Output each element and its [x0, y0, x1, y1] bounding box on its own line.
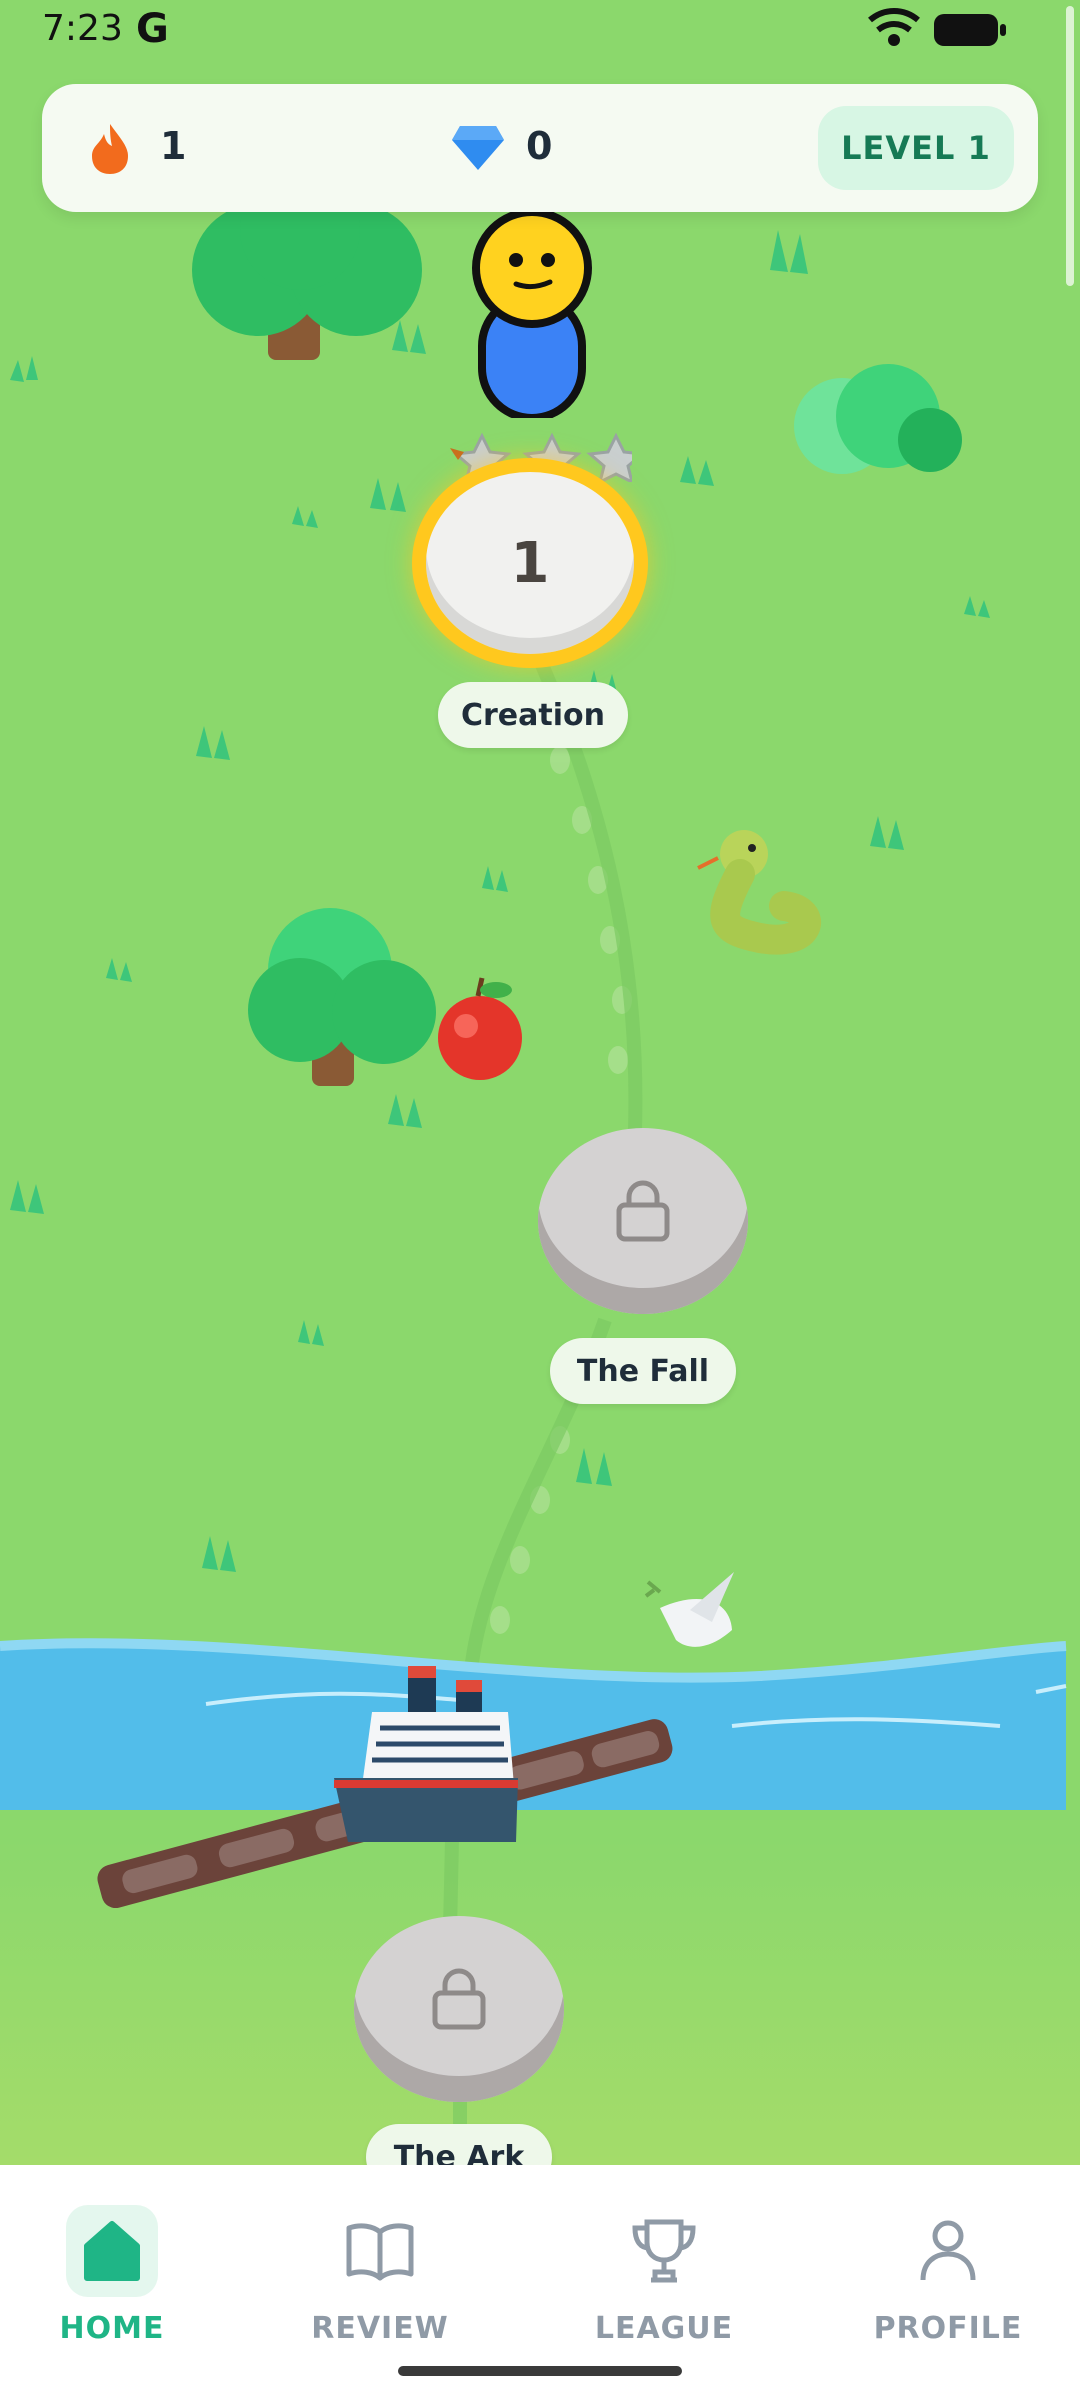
home-icon-wrap — [66, 2205, 158, 2297]
node-2-button[interactable] — [538, 1128, 748, 1314]
nav-league-label: LEAGUE — [594, 2311, 734, 2346]
book-icon-wrap — [334, 2205, 426, 2297]
streak-count: 1 — [160, 124, 187, 168]
trophy-icon-wrap — [618, 2205, 710, 2297]
home-indicator[interactable] — [398, 2366, 682, 2376]
gem-icon — [452, 126, 504, 170]
node-number: 1 — [510, 530, 550, 596]
lesson-node-the-fall[interactable] — [538, 1128, 748, 1318]
nav-review-label: REVIEW — [311, 2311, 449, 2346]
node-3-button[interactable] — [354, 1916, 564, 2102]
nav-profile[interactable]: PROFILE — [848, 2205, 1048, 2355]
stats-header: 1 0 LEVEL 1 — [42, 84, 1038, 212]
wifi-icon — [868, 8, 920, 46]
flame-icon — [92, 124, 128, 174]
node-label-creation: Creation — [438, 682, 628, 748]
gems-count: 0 — [526, 124, 553, 168]
level-badge[interactable]: LEVEL 1 — [818, 106, 1014, 190]
lesson-map[interactable]: 1 Creation The Fall The Ark — [0, 0, 1080, 2165]
lock-icon — [616, 1180, 670, 1242]
mascot-avatar[interactable] — [470, 208, 600, 418]
trophy-icon — [632, 2219, 696, 2283]
status-time: 7:23 — [42, 8, 123, 49]
lesson-node-creation[interactable]: 1 — [412, 428, 652, 668]
lesson-node-the-ark[interactable] — [354, 1916, 564, 2106]
book-icon — [346, 2223, 414, 2281]
battery-icon — [934, 14, 1006, 46]
node-1-button[interactable]: 1 — [412, 458, 648, 668]
node-label-the-ark: The Ark — [366, 2124, 552, 2165]
nav-home[interactable]: HOME — [12, 2205, 212, 2355]
node-label-the-fall: The Fall — [550, 1338, 736, 1404]
person-icon — [920, 2220, 976, 2281]
lock-icon — [432, 1968, 486, 2030]
nav-review[interactable]: REVIEW — [280, 2205, 480, 2355]
nav-profile-label: PROFILE — [873, 2311, 1023, 2346]
nav-league[interactable]: LEAGUE — [564, 2205, 764, 2355]
carrier-g-icon: G — [136, 6, 169, 52]
person-icon-wrap — [902, 2205, 994, 2297]
nav-home-label: HOME — [59, 2311, 165, 2346]
bottom-nav: HOME REVIEW LEAGUE PROFILE — [0, 2165, 1080, 2400]
home-icon — [84, 2221, 140, 2281]
status-bar: 7:23 G — [0, 0, 1080, 62]
